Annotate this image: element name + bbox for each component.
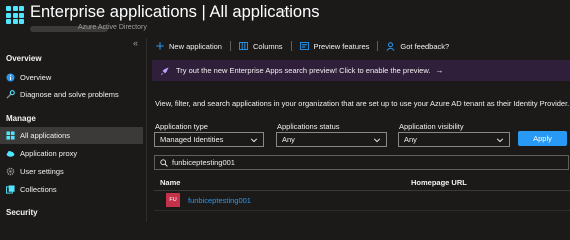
page-subtitle: Azure Active Directory	[78, 24, 147, 31]
new-application-label: New application	[169, 41, 222, 51]
collapse-sidebar-button[interactable]: «	[133, 38, 138, 48]
sidebar-item-application-proxy[interactable]: Application proxy	[0, 145, 143, 162]
row-divider	[154, 210, 570, 211]
section-heading-overview: Overview	[6, 54, 42, 63]
section-heading-manage: Manage	[6, 114, 36, 123]
column-header-homepage-url[interactable]: Homepage URL	[411, 178, 467, 187]
new-application-button[interactable]: New application	[155, 42, 222, 51]
grid-icon	[6, 131, 15, 140]
gear-icon	[6, 167, 15, 176]
page-description: View, filter, and search applications in…	[155, 99, 570, 108]
cloud-icon	[6, 149, 15, 158]
sidebar-item-diagnose[interactable]: Diagnose and solve problems	[0, 86, 143, 103]
app-initials-avatar: FU	[166, 193, 180, 207]
application-status-value: Any	[282, 135, 295, 144]
feedback-button[interactable]: Got feedback?	[386, 42, 449, 51]
application-visibility-label: Application visibility	[399, 122, 464, 131]
application-status-label: Applications status	[277, 122, 340, 131]
toolbar-divider	[290, 41, 292, 51]
columns-label: Columns	[252, 41, 283, 51]
table-row[interactable]: FU funbiceptesting001	[154, 191, 570, 209]
sidebar-item-label: Collections	[20, 185, 57, 194]
sidebar-item-user-settings[interactable]: User settings	[0, 163, 143, 180]
chevron-down-icon	[250, 136, 258, 144]
collections-icon	[6, 185, 15, 194]
rocket-icon	[161, 66, 169, 75]
sidebar-item-label: Overview	[20, 73, 52, 82]
sidebar-item-label: Diagnose and solve problems	[20, 90, 119, 99]
command-bar: New application Columns Preview features…	[155, 40, 449, 52]
column-header-name[interactable]: Name	[160, 178, 180, 187]
sidebar-item-all-applications[interactable]: All applications	[0, 127, 143, 144]
section-heading-security: Security	[6, 208, 38, 217]
toolbar-divider	[377, 41, 379, 51]
feedback-person-icon	[386, 41, 395, 51]
application-type-value: Managed Identities	[160, 135, 224, 144]
chevron-down-icon	[496, 136, 504, 144]
search-input[interactable]	[172, 158, 552, 167]
columns-button[interactable]: Columns	[239, 42, 283, 51]
plus-icon	[155, 42, 164, 51]
info-icon	[6, 73, 15, 82]
feedback-label: Got feedback?	[400, 41, 450, 51]
app-name-link[interactable]: funbiceptesting001	[188, 196, 251, 205]
wrench-icon	[6, 90, 15, 99]
application-visibility-value: Any	[404, 135, 417, 144]
application-type-label: Application type	[155, 122, 208, 131]
sidebar: « Overview Overview Diagnose and solve p…	[0, 38, 147, 222]
search-box[interactable]	[154, 155, 569, 170]
chevron-down-icon	[373, 136, 381, 144]
preview-features-label: Preview features	[313, 41, 370, 51]
sidebar-item-overview[interactable]: Overview	[0, 69, 143, 86]
application-status-select[interactable]: Any	[276, 132, 387, 147]
banner-text: Try out the new Enterprise Apps search p…	[176, 66, 431, 75]
sidebar-item-label: Application proxy	[20, 149, 78, 158]
search-preview-banner[interactable]: Try out the new Enterprise Apps search p…	[152, 60, 570, 81]
more-options-button[interactable]: ···	[278, 5, 292, 17]
sidebar-item-collections[interactable]: Collections	[0, 181, 143, 198]
page-header: Enterprise applications | All applicatio…	[0, 0, 570, 38]
apply-button[interactable]: Apply	[518, 131, 567, 146]
toolbar-divider	[229, 41, 231, 51]
columns-icon	[239, 42, 248, 51]
arrow-right-icon: →	[435, 66, 444, 75]
preview-features-button[interactable]: Preview features	[299, 41, 370, 51]
preview-icon	[299, 42, 309, 51]
search-icon	[160, 158, 168, 167]
page-title: Enterprise applications | All applicatio…	[30, 3, 320, 21]
application-type-select[interactable]: Managed Identities	[154, 132, 264, 147]
enterprise-apps-grid-icon	[6, 6, 24, 24]
application-visibility-select[interactable]: Any	[398, 132, 510, 147]
sidebar-item-label: User settings	[20, 167, 64, 176]
sidebar-item-label: All applications	[20, 131, 71, 140]
